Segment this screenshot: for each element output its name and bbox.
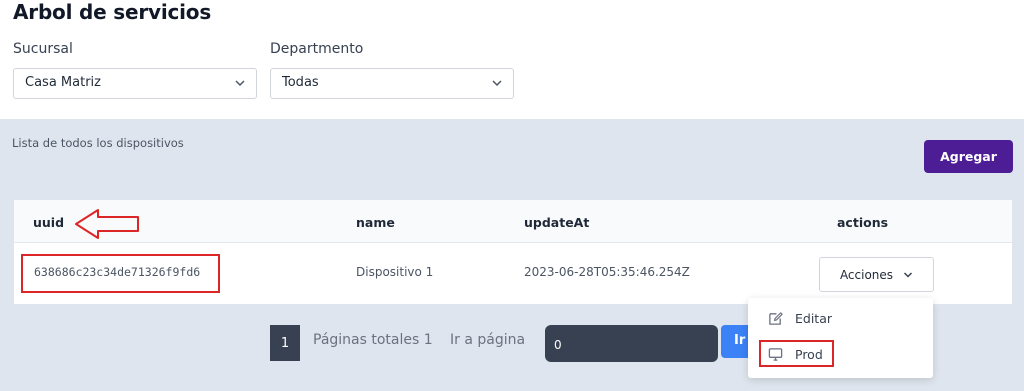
cell-name: Dispositivo 1 [356,265,434,279]
page-title: Arbol de servicios [13,0,212,24]
prod-highlight-box [759,340,834,367]
page: Arbol de servicios Sucursal Casa Matriz … [0,0,1024,391]
table-header: uuid name updateAt actions [14,200,1012,243]
goto-page-input[interactable]: 0 [545,325,718,362]
goto-page-label: Ir a página [450,332,526,348]
menu-item-editar-label: Editar [795,310,833,326]
annotation-arrow-icon [75,209,139,239]
page-number-button[interactable]: 1 [270,325,300,361]
departamento-label: Departmento [270,41,364,57]
acciones-dropdown-button[interactable]: Acciones [819,257,934,292]
column-header-actions: actions [837,215,889,230]
sucursal-value: Casa Matriz [25,75,101,90]
column-header-uuid[interactable]: uuid [33,215,64,230]
sucursal-label: Sucursal [13,41,73,57]
add-button[interactable]: Agregar [924,140,1013,173]
uuid-highlight-box [21,254,220,293]
column-header-name[interactable]: name [356,215,395,230]
sucursal-select[interactable]: Casa Matriz [13,68,257,99]
edit-icon [769,311,783,325]
menu-item-editar[interactable]: Editar [748,302,933,334]
total-pages-text: Páginas totales 1 [313,332,433,348]
departamento-value: Todas [282,75,319,90]
departamento-select[interactable]: Todas [270,68,514,99]
acciones-label: Acciones [839,267,894,282]
chevron-down-icon [904,271,913,278]
cell-updateat: 2023-06-28T05:35:46.254Z [524,265,690,279]
chevron-down-icon [235,80,245,87]
list-caption: Lista de todos los dispositivos [12,136,184,150]
column-header-updateat[interactable]: updateAt [524,215,589,230]
chevron-down-icon [492,80,502,87]
